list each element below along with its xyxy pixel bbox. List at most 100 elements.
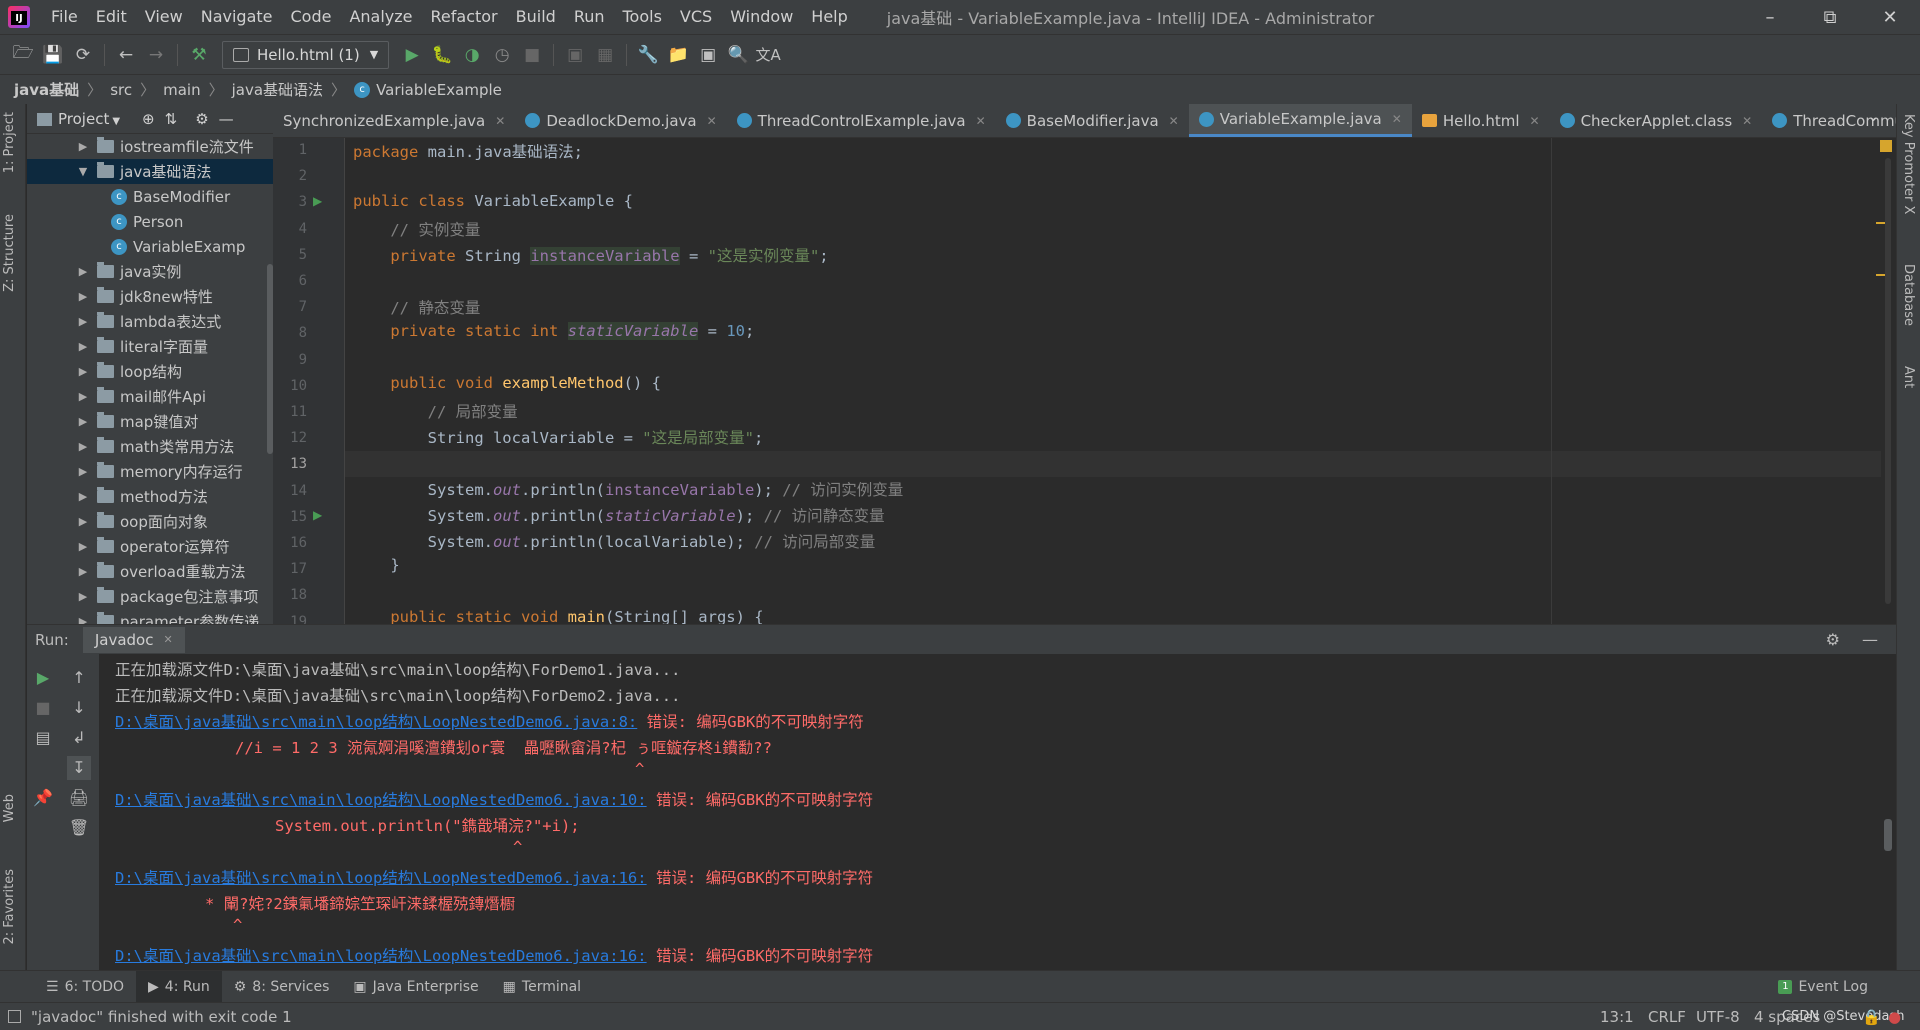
editor-tab[interactable]: BaseModifier.java ✕ [996, 104, 1189, 137]
synchronize-icon[interactable]: ⟳ [68, 40, 98, 70]
close-icon[interactable]: ✕ [1860, 0, 1920, 34]
structure-tool-tab[interactable]: Z: Structure [2, 214, 17, 292]
run-tool-tab[interactable]: ▶ 4: Run [136, 970, 222, 1003]
expand-arrow-right-icon[interactable]: ▶ [75, 590, 91, 603]
hide-panel-icon[interactable]: — [219, 110, 234, 128]
lock-icon[interactable]: 🔒 [1862, 1008, 1881, 1026]
error-source-link[interactable]: D:\桌面\java基础\src\main\loop结构\LoopNestedD… [115, 713, 637, 731]
run-icon[interactable]: ▶ [397, 40, 427, 70]
breadcrumb-item[interactable]: java基础语法 [232, 79, 323, 100]
collapse-all-icon[interactable]: ⇅ [165, 110, 178, 128]
expand-arrow-right-icon[interactable]: ▶ [75, 390, 91, 403]
tree-item[interactable]: ▶ literal字面量 [27, 334, 273, 359]
project-tool-tab[interactable]: 1: Project [2, 112, 17, 173]
expand-arrow-right-icon[interactable]: ▶ [75, 465, 91, 478]
editor-scrollbar[interactable] [1885, 158, 1891, 604]
translate-icon[interactable]: 文A [753, 40, 783, 70]
breadcrumb-item[interactable]: src [110, 81, 132, 99]
tree-item[interactable]: ▶ lambda表达式 [27, 309, 273, 334]
stop-icon[interactable]: ■ [31, 696, 55, 720]
tree-item[interactable]: ▶ loop结构 [27, 359, 273, 384]
java-enterprise-tool-tab[interactable]: ▣ Java Enterprise [341, 971, 490, 1003]
expand-arrow-right-icon[interactable]: ▶ [75, 540, 91, 553]
database-tool-tab[interactable]: Database [1901, 264, 1916, 326]
rerun-icon[interactable]: ▶ [31, 666, 55, 690]
restore-icon[interactable]: ⧉ [1800, 0, 1860, 34]
close-tab-icon[interactable]: ✕ [1530, 114, 1540, 128]
breadcrumb-item[interactable]: java基础 [14, 79, 79, 100]
expand-arrow-down-icon[interactable]: ▼ [75, 165, 91, 178]
build-hammer-icon[interactable]: ⚒ [184, 40, 214, 70]
hide-panel-icon[interactable]: — [1862, 630, 1878, 649]
tree-item[interactable]: c Person [27, 209, 273, 234]
search-icon[interactable]: 🔍 [723, 40, 753, 70]
tree-item[interactable]: ▶ math类常用方法 [27, 434, 273, 459]
web-tool-tab[interactable]: Web [2, 794, 17, 822]
warning-marker-icon[interactable] [1880, 140, 1892, 152]
menu-code[interactable]: Code [282, 0, 341, 34]
editor-tab[interactable]: VariableExample.java ✕ [1188, 104, 1412, 137]
expand-arrow-right-icon[interactable]: ▶ [75, 440, 91, 453]
code-editor[interactable]: package main.java基础语法; public class Vari… [345, 138, 1896, 624]
tabs-overflow-chevron-icon[interactable]: ⌄ [1868, 110, 1879, 125]
close-tab-icon[interactable]: ✕ [1742, 114, 1752, 128]
run-main-gutter-icon[interactable]: ▶ [313, 508, 322, 522]
coverage-icon[interactable]: ◑ [457, 40, 487, 70]
ant-tool-tab[interactable]: Ant [1901, 366, 1916, 388]
tree-item[interactable]: ▶ map键值对 [27, 409, 273, 434]
file-encoding[interactable]: UTF-8 [1696, 1008, 1740, 1026]
locate-file-icon[interactable]: ⊕ [142, 110, 155, 128]
expand-arrow-right-icon[interactable]: ▶ [75, 140, 91, 153]
menu-vcs[interactable]: VCS [671, 0, 721, 34]
tree-item[interactable]: ▶ oop面向对象 [27, 509, 273, 534]
editor-tab[interactable]: DeadlockDemo.java ✕ [515, 104, 726, 137]
tree-item[interactable]: ▶ mail邮件Api [27, 384, 273, 409]
profile-icon[interactable]: ◷ [487, 40, 517, 70]
menu-edit[interactable]: Edit [87, 0, 136, 34]
terminal-tool-tab[interactable]: ▦ Terminal [491, 971, 593, 1003]
scroll-up-icon[interactable]: ↑ [67, 666, 91, 690]
stop-icon[interactable]: ■ [517, 40, 547, 70]
settings-wrench-icon[interactable]: 🔧 [633, 40, 663, 70]
debug-icon[interactable]: 🐛 [427, 40, 457, 70]
console-output[interactable]: 正在加载源文件D:\桌面\java基础\src\main\loop结构\ForD… [100, 654, 1896, 970]
event-log-tool-tab[interactable]: 1 Event Log [1766, 971, 1880, 1003]
error-source-link[interactable]: D:\桌面\java基础\src\main\loop结构\LoopNestedD… [115, 869, 647, 887]
close-tab-icon[interactable]: ✕ [495, 114, 505, 128]
editor-tab[interactable]: ThreadControlExample.java ✕ [727, 104, 996, 137]
tree-item[interactable]: c BaseModifier [27, 184, 273, 209]
window-layout-icon[interactable]: ▣ [693, 40, 723, 70]
expand-arrow-right-icon[interactable]: ▶ [75, 415, 91, 428]
print-icon[interactable]: 🖨 [67, 786, 91, 810]
open-folder-icon[interactable]: 🗁 [8, 40, 38, 70]
tree-item[interactable]: ▶ iostreamfile流文件 [27, 134, 273, 159]
expand-arrow-right-icon[interactable]: ▶ [75, 515, 91, 528]
caret-position[interactable]: 13:1 [1600, 1008, 1634, 1026]
expand-arrow-right-icon[interactable]: ▶ [75, 315, 91, 328]
editor-tab[interactable]: SynchronizedExample.java ✕ [273, 104, 515, 137]
pin-icon[interactable]: 📌 [31, 786, 55, 810]
menu-tools[interactable]: Tools [614, 0, 671, 34]
favorites-tool-tab[interactable]: 2: Favorites [2, 869, 17, 945]
tree-item[interactable]: ▶ method方法 [27, 484, 273, 509]
soft-wrap-icon[interactable]: ↲ [67, 726, 91, 750]
error-source-link[interactable]: D:\桌面\java基础\src\main\loop结构\LoopNestedD… [115, 791, 647, 809]
menu-run[interactable]: Run [565, 0, 614, 34]
tree-item[interactable]: ▶ overload重载方法 [27, 559, 273, 584]
tree-item[interactable]: ▶ jdk8new特性 [27, 284, 273, 309]
scroll-to-end-icon[interactable]: ↧ [67, 756, 91, 780]
tree-item[interactable]: ▶ java实例 [27, 259, 273, 284]
expand-arrow-right-icon[interactable]: ▶ [75, 490, 91, 503]
menu-file[interactable]: File [42, 0, 87, 34]
project-structure-icon[interactable]: 📁 [663, 40, 693, 70]
vcs-update-icon[interactable]: ▣ [560, 40, 590, 70]
tree-item[interactable]: ▶ package包注意事项 [27, 584, 273, 609]
services-tool-tab[interactable]: ⚙ 8: Services [222, 971, 342, 1003]
todo-tool-tab[interactable]: ☰ 6: TODO [34, 971, 136, 1003]
gear-icon[interactable]: ⚙ [1826, 630, 1840, 649]
line-separator[interactable]: CRLF [1648, 1008, 1686, 1026]
close-tab-icon[interactable]: ✕ [1392, 112, 1402, 126]
key-promoter-tool-tab[interactable]: Key Promoter X [1901, 114, 1916, 214]
expand-arrow-right-icon[interactable]: ▶ [75, 340, 91, 353]
breadcrumb-item[interactable]: main [163, 81, 200, 99]
